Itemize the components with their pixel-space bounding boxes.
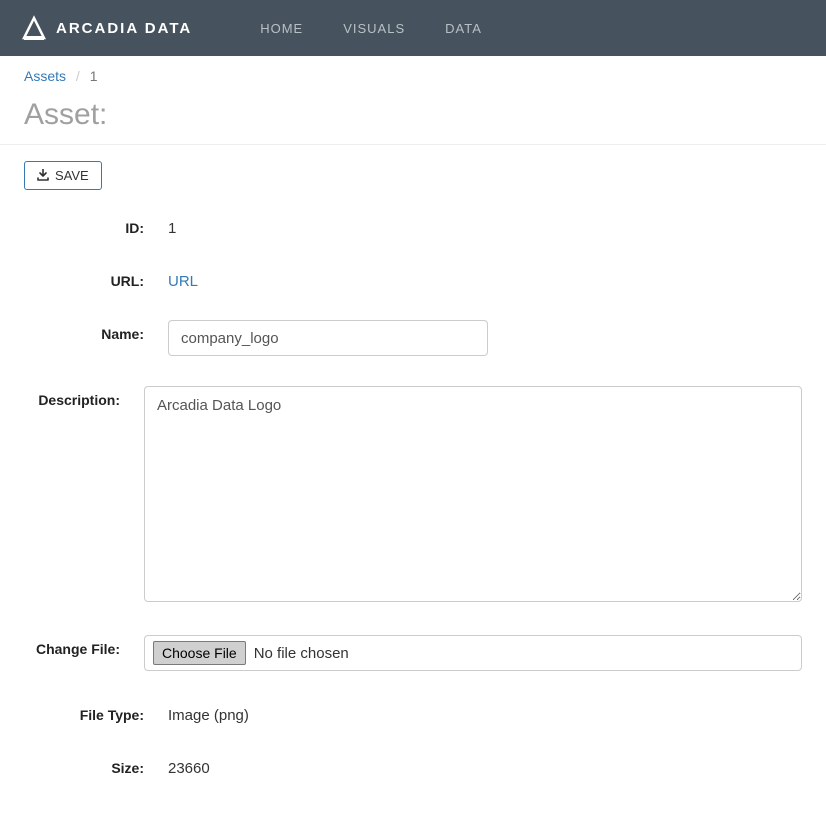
label-id: ID: — [24, 214, 144, 236]
brand[interactable]: ARCADIA DATA — [20, 14, 192, 42]
file-input-wrap[interactable]: Choose File No file chosen — [144, 635, 802, 671]
file-status: No file chosen — [254, 645, 349, 662]
save-label: SAVE — [55, 168, 89, 183]
asset-form: ID: 1 URL: URL Name: Description: Change… — [24, 214, 802, 777]
row-file-type: File Type: Image (png) — [24, 701, 802, 724]
label-size: Size: — [24, 754, 144, 776]
label-file-type: File Type: — [24, 701, 144, 723]
label-url: URL: — [24, 267, 144, 289]
breadcrumb-current: 1 — [90, 68, 98, 84]
brand-text: ARCADIA DATA — [56, 20, 192, 37]
page-title-wrap: Asset: — [0, 92, 826, 145]
row-size: Size: 23660 — [24, 754, 802, 777]
label-change-file: Change File: — [24, 635, 120, 657]
row-change-file: Change File: Choose File No file chosen — [24, 635, 802, 671]
row-id: ID: 1 — [24, 214, 802, 237]
breadcrumb: Assets / 1 — [0, 56, 826, 92]
value-size: 23660 — [168, 754, 802, 777]
nav-links: HOME VISUALS DATA — [252, 15, 490, 42]
url-link[interactable]: URL — [168, 273, 198, 290]
value-id: 1 — [168, 214, 802, 237]
row-name: Name: — [24, 320, 802, 356]
page-title: Asset: — [24, 98, 802, 132]
nav-visuals[interactable]: VISUALS — [335, 15, 413, 42]
row-url: URL: URL — [24, 267, 802, 290]
brand-logo-icon — [20, 14, 48, 42]
description-input[interactable] — [144, 386, 802, 602]
download-icon — [37, 169, 49, 183]
nav-data[interactable]: DATA — [437, 15, 490, 42]
choose-file-button[interactable]: Choose File — [153, 641, 246, 665]
breadcrumb-root[interactable]: Assets — [24, 68, 66, 84]
row-description: Description: — [24, 386, 802, 605]
value-file-type: Image (png) — [168, 701, 802, 724]
nav-home[interactable]: HOME — [252, 15, 311, 42]
content: SAVE ID: 1 URL: URL Name: Description: — [0, 145, 826, 831]
save-button[interactable]: SAVE — [24, 161, 102, 190]
navbar: ARCADIA DATA HOME VISUALS DATA — [0, 0, 826, 56]
label-name: Name: — [24, 320, 144, 342]
breadcrumb-sep: / — [76, 68, 80, 84]
name-input[interactable] — [168, 320, 488, 356]
label-description: Description: — [24, 386, 120, 408]
